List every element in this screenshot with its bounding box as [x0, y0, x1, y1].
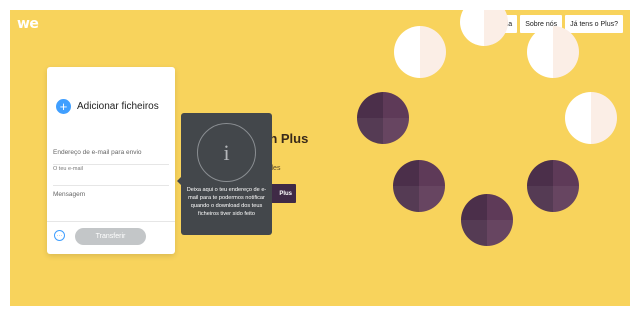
transfer-button[interactable]: Transferir	[75, 228, 146, 245]
panel-divider	[47, 221, 175, 222]
wetransfer-logo[interactable]: we	[17, 16, 39, 32]
decor-circle	[394, 26, 446, 78]
email-tooltip: i Deixa aqui o teu endereço de e-mail pa…	[177, 113, 272, 235]
message-placeholder: Mensagem	[53, 191, 86, 198]
decor-circle	[527, 160, 579, 212]
transfer-panel: + Adicionar ficheiros Endereço de e-mail…	[47, 67, 175, 254]
sender-email-field[interactable]: O teu e-mail	[53, 166, 169, 186]
ellipsis-icon[interactable]: ···	[54, 230, 65, 241]
tooltip-arrow	[177, 177, 181, 185]
info-icon: i	[197, 123, 256, 182]
tooltip-text: Deixa aqui o teu endereço de e-mail para…	[186, 187, 267, 217]
add-files-button[interactable]: + Adicionar ficheiros	[56, 99, 159, 114]
sender-email-placeholder: O teu e-mail	[53, 166, 83, 172]
decor-circle	[357, 92, 409, 144]
recipient-email-field[interactable]: Endereço de e-mail para envio	[53, 149, 169, 165]
decor-circle	[565, 92, 617, 144]
decor-circle	[460, 10, 508, 46]
page-stage: we Ajuda Sobre nós Já tens o Plus? th Pl…	[10, 10, 630, 306]
decor-circle	[393, 160, 445, 212]
decor-circle	[527, 26, 579, 78]
plus-icon: +	[56, 99, 71, 114]
decor-circle	[461, 194, 513, 246]
message-field[interactable]: Mensagem	[53, 191, 169, 221]
add-files-label: Adicionar ficheiros	[77, 101, 159, 112]
recipient-email-placeholder: Endereço de e-mail para envio	[53, 149, 142, 156]
